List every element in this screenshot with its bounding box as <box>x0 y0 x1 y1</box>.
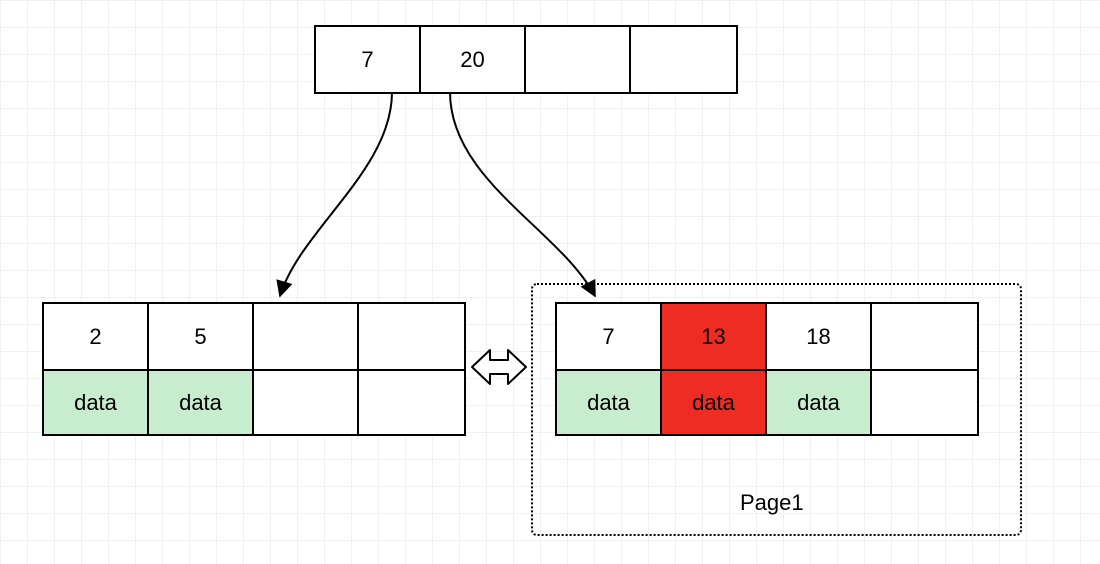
leaf-right-data-0: data <box>557 369 662 434</box>
leaf-left-key-1: 5 <box>149 304 254 369</box>
arrow-root-to-left <box>280 92 392 296</box>
leaf-right-node: 7 13 18 data data data <box>555 302 979 436</box>
leaf-right-data-3 <box>872 369 977 434</box>
leaf-right-key-0: 7 <box>557 304 662 369</box>
leaf-left-key-2 <box>254 304 359 369</box>
leaf-right-key-2: 18 <box>767 304 872 369</box>
leaf-left-data-1: data <box>149 369 254 434</box>
leaf-left-key-0: 2 <box>44 304 149 369</box>
root-key-2 <box>526 27 631 92</box>
leaf-right-key-3 <box>872 304 977 369</box>
leaf-left-node: 2 5 data data <box>42 302 466 436</box>
leaf-right-data-1: data <box>662 369 767 434</box>
page1-label: Page1 <box>740 490 804 516</box>
root-node: 7 20 <box>314 25 738 94</box>
leaf-left-data-2 <box>254 369 359 434</box>
leaf-left-data-0: data <box>44 369 149 434</box>
arrow-root-to-right <box>450 92 595 296</box>
leaf-right-data-2: data <box>767 369 872 434</box>
root-key-3 <box>631 27 736 92</box>
root-key-0: 7 <box>316 27 421 92</box>
root-key-1: 20 <box>421 27 526 92</box>
leaf-left-key-3 <box>359 304 464 369</box>
bidirectional-arrow-icon <box>472 350 526 384</box>
leaf-left-data-3 <box>359 369 464 434</box>
leaf-right-key-1: 13 <box>662 304 767 369</box>
